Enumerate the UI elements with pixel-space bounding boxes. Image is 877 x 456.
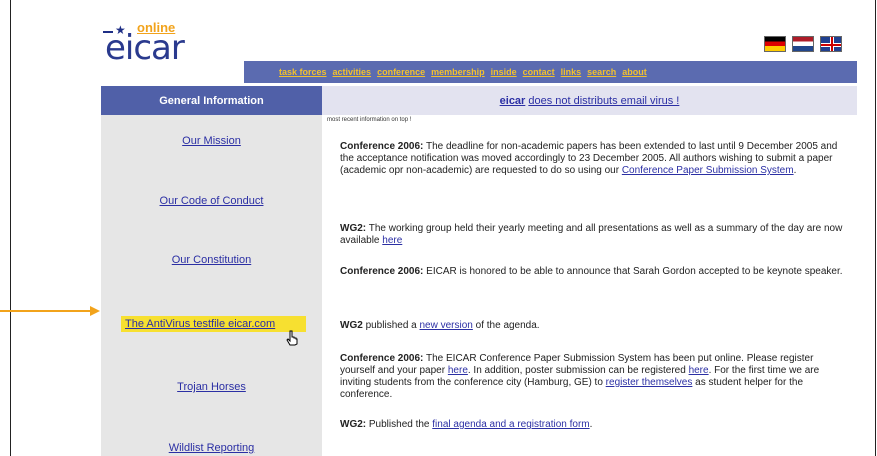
german-flag-icon[interactable]: [764, 36, 786, 52]
nav-task-forces[interactable]: task forces: [279, 67, 327, 77]
nav-conference[interactable]: conference: [377, 67, 425, 77]
sidebar-item-code-of-conduct: Our Code of Conduct: [101, 195, 322, 207]
top-nav-bar: task forces activities conference member…: [244, 61, 857, 83]
poster-here-link[interactable]: here: [689, 365, 709, 376]
news-text: EICAR is honored to be able to announce …: [426, 266, 843, 277]
news-text: .: [589, 419, 593, 430]
news-text: .: [793, 165, 797, 176]
sidebar-item-wildlist-reporting: Wildlist Reporting: [101, 442, 322, 454]
uk-flag-icon[interactable]: [820, 36, 842, 52]
dutch-flag-icon[interactable]: [792, 36, 814, 52]
sidebar-item-mission: Our Mission: [101, 135, 322, 147]
nav-contact[interactable]: contact: [523, 67, 555, 77]
sidebar-link-constitution[interactable]: Our Constitution: [172, 254, 251, 266]
news-title: WG2: [340, 320, 363, 331]
news-text: of the agenda.: [475, 320, 540, 331]
sidebar-item-antivirus-testfile: The AntiVirus testfile eicar.com: [121, 316, 306, 332]
sidebar-link-mission[interactable]: Our Mission: [182, 135, 241, 147]
sidebar-link-code-of-conduct[interactable]: Our Code of Conduct: [160, 195, 264, 207]
nav-search[interactable]: search: [587, 67, 616, 77]
notice-eicar-link[interactable]: eicar: [500, 95, 526, 107]
nav-activities[interactable]: activities: [333, 67, 372, 77]
news-title: Conference 2006:: [340, 141, 424, 152]
news-item-6: WG2: Published the final agenda and a re…: [340, 419, 845, 431]
hand-cursor-icon: [286, 330, 298, 346]
submission-system-link[interactable]: Conference Paper Submission System: [622, 165, 794, 176]
news-text: The working group held their yearly meet…: [340, 223, 843, 246]
news-title: Conference 2006:: [340, 353, 424, 364]
eicar-logo[interactable]: ★ online eicar: [101, 20, 231, 68]
notice-text: does not distributs email virus !: [528, 94, 680, 107]
presentations-here-link[interactable]: here: [382, 235, 402, 246]
sidebar-item-trojan-horses: Trojan Horses: [101, 381, 322, 393]
news-text: . In addition, poster submission can be …: [467, 365, 686, 376]
news-item-1: Conference 2006: The deadline for non-ac…: [340, 141, 845, 177]
news-item-4: WG2 published a new version of the agend…: [340, 320, 845, 332]
nav-about[interactable]: about: [622, 67, 647, 77]
register-themselves-link[interactable]: register themselves: [606, 377, 693, 388]
nav-links[interactable]: links: [561, 67, 582, 77]
main-content: eicar does not distributs email virus ! …: [322, 86, 857, 456]
sidebar-link-trojan-horses[interactable]: Trojan Horses: [177, 381, 246, 393]
news-text: published a: [365, 320, 417, 331]
news-item-5: Conference 2006: The EICAR Conference Pa…: [340, 353, 845, 401]
sidebar-header: General Information: [101, 86, 322, 115]
pointer-arrow-icon: [0, 306, 100, 316]
register-paper-here-link[interactable]: here: [448, 365, 468, 376]
notice-header: eicar does not distributs email virus !: [322, 86, 857, 115]
nav-membership[interactable]: membership: [431, 67, 485, 77]
final-agenda-link[interactable]: final agenda and a registration form: [432, 419, 589, 430]
language-flags: [764, 36, 842, 52]
sidebar-item-constitution: Our Constitution: [101, 254, 322, 266]
logo-brand-text: eicar: [105, 28, 185, 68]
recent-note: most recent information on top !: [327, 117, 412, 123]
news-item-3: Conference 2006: EICAR is honored to be …: [340, 266, 845, 278]
news-title: WG2:: [340, 223, 367, 234]
new-version-link[interactable]: new version: [420, 320, 473, 331]
news-title: WG2:: [340, 419, 367, 430]
news-item-2: WG2: The working group held their yearly…: [340, 223, 845, 247]
nav-inside[interactable]: inside: [491, 67, 517, 77]
sidebar-link-wildlist-reporting[interactable]: Wildlist Reporting: [169, 442, 255, 454]
left-sidebar: General Information Our Mission Our Code…: [101, 86, 322, 456]
news-text: Published the: [368, 419, 430, 430]
sidebar-link-antivirus-testfile[interactable]: The AntiVirus testfile eicar.com: [125, 318, 275, 330]
news-title: Conference 2006:: [340, 266, 424, 277]
